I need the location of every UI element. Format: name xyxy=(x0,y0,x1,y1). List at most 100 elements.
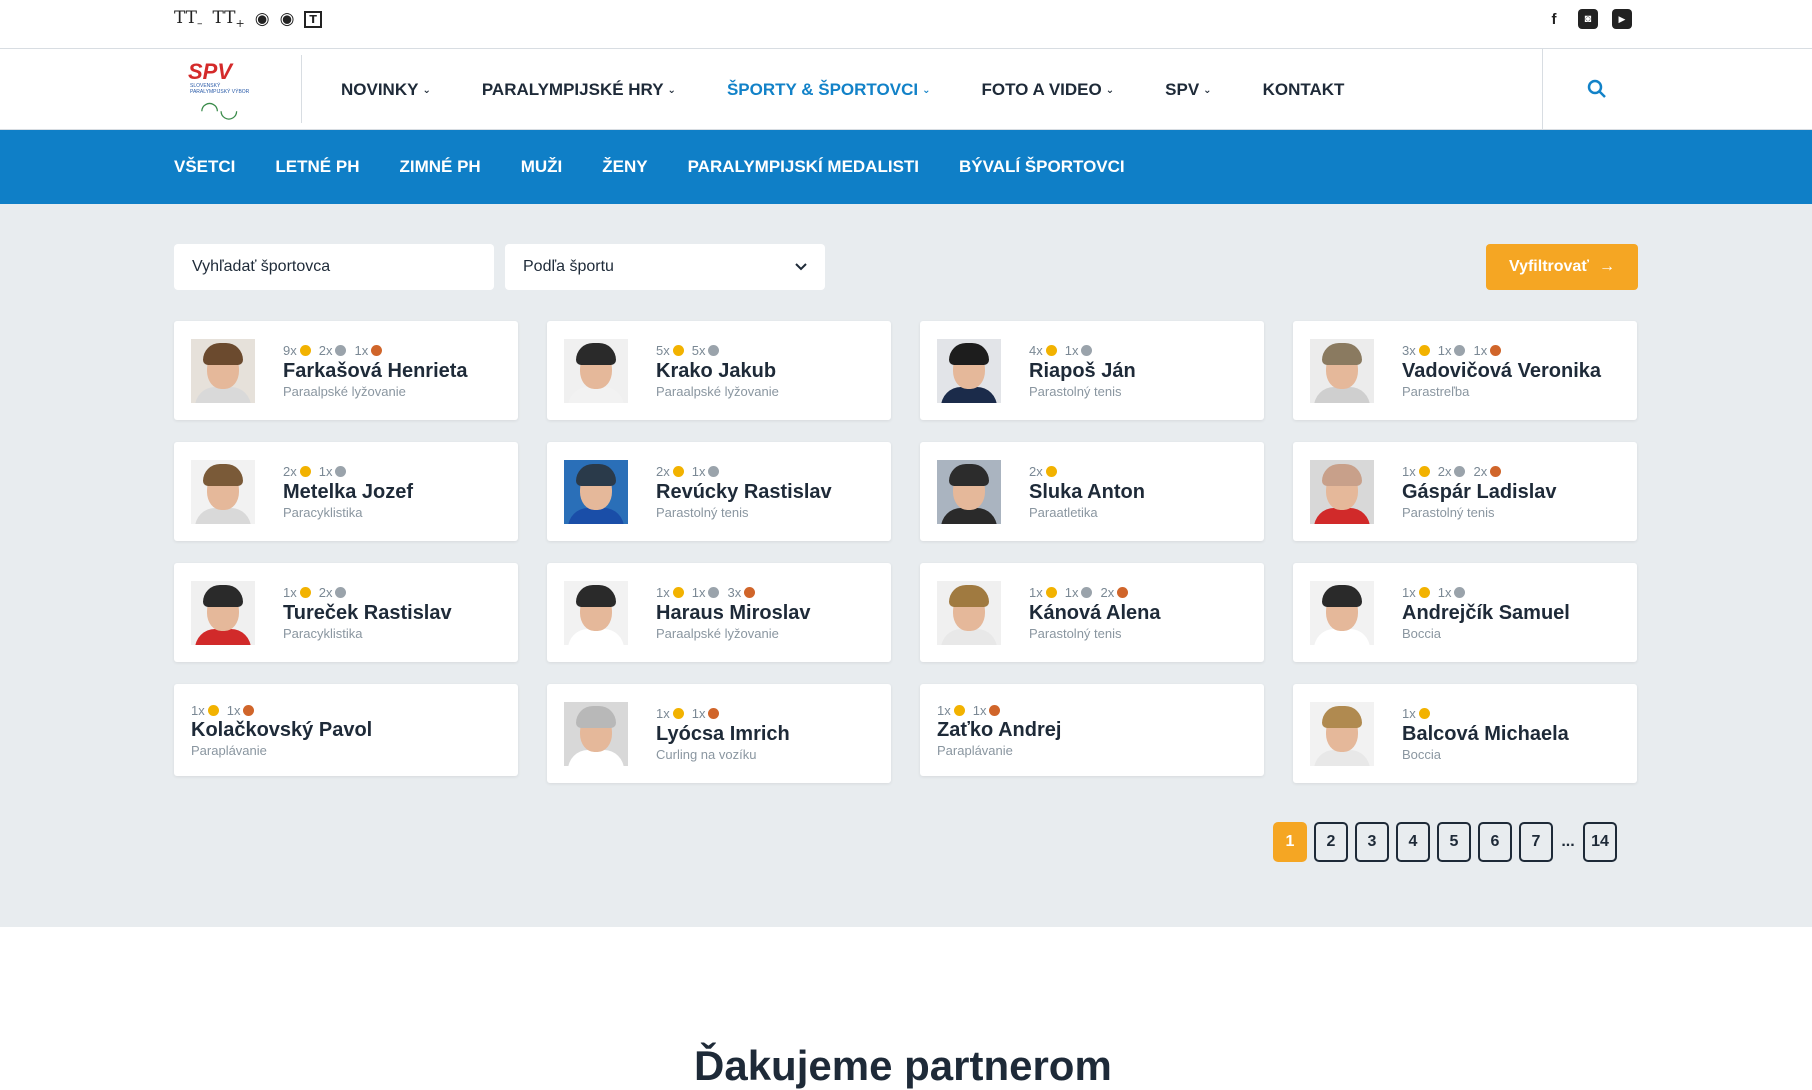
athlete-name: Vadovičová Veronika xyxy=(1402,359,1601,382)
athlete-card[interactable]: 1x 1x 3x Haraus Miroslav Paraalpské lyžovani… xyxy=(547,563,891,662)
eye-icon[interactable]: ◉ xyxy=(280,9,295,29)
athlete-card[interactable]: 9x 2x 1x Farkašová Henrieta Paraalpské lyžov… xyxy=(174,321,518,420)
nav-item-4[interactable]: SPV ⌄ xyxy=(1165,80,1211,100)
athlete-name: Gáspár Ladislav xyxy=(1402,480,1557,503)
medal-count: 2x xyxy=(1029,464,1043,479)
athlete-photo xyxy=(937,338,1001,403)
athlete-card[interactable]: 1x 1x Kolačkovský Pavol Paraplávanie xyxy=(174,684,518,776)
athlete-name: Haraus Miroslav xyxy=(656,601,811,624)
medal-count: 1x xyxy=(1437,343,1452,358)
medal-count: 2x xyxy=(318,585,333,600)
nav-item-1[interactable]: PARALYMPIJSKÉ HRY ⌄ xyxy=(482,80,676,100)
athlete-card[interactable]: 1x 2x 2x Gáspár Ladislav Parastolný tenis xyxy=(1293,442,1637,541)
medal-count: 1x xyxy=(1437,585,1452,600)
page-button[interactable]: 6 xyxy=(1478,822,1512,862)
athlete-name: Lyócsa Imrich xyxy=(656,722,790,745)
page-button[interactable]: 14 xyxy=(1583,822,1617,862)
spv-logo[interactable]: SPV SLOVENSKÝ PARALYMPIJSKÝ VÝBOR ◠◡ xyxy=(174,55,302,123)
gold-medal-icon xyxy=(953,704,965,716)
athlete-sport: Paraalpské lyžovanie xyxy=(656,383,779,399)
medal-count: 5x xyxy=(691,343,706,358)
medal-counts: 1x 2x xyxy=(283,585,452,601)
athlete-card[interactable]: 4x 1x Riapoš Ján Parastolný tenis xyxy=(920,321,1264,420)
text-mode-icon[interactable]: T xyxy=(304,10,322,28)
filter-button[interactable]: Vyfiltrovať → xyxy=(1486,244,1638,290)
athlete-info: 1x 2x 2x Gáspár Ladislav Parastolný tenis xyxy=(1402,464,1557,520)
nav-item-2[interactable]: ŠPORTY & ŠPORTOVCI ⌄ xyxy=(727,80,931,100)
subnav-item-4[interactable]: ŽENY xyxy=(602,157,647,177)
medal-count: 1x xyxy=(691,706,706,721)
instagram-icon[interactable]: ◙ xyxy=(1578,9,1598,29)
athlete-card[interactable]: 2x 1x Revúcky Rastislav Parastolný tenis xyxy=(547,442,891,541)
athlete-info: 1x Balcová Michaela Boccia xyxy=(1402,706,1569,762)
athlete-search-input[interactable]: Vyhľadať športovca xyxy=(174,244,494,290)
gold-medal-icon xyxy=(1418,466,1430,477)
bronze-medal-icon xyxy=(1490,466,1502,477)
subnav-item-5[interactable]: PARALYMPIJSKÍ MEDALISTI xyxy=(688,157,919,177)
athlete-card[interactable]: 1x 1x Andrejčík Samuel Boccia xyxy=(1293,563,1637,662)
medal-count: 1x xyxy=(191,702,205,718)
nav-item-5[interactable]: KONTAKT xyxy=(1263,80,1345,100)
athlete-info: 4x 1x Riapoš Ján Parastolný tenis xyxy=(1029,343,1136,399)
athlete-name: Kánová Alena xyxy=(1029,601,1161,624)
page-button[interactable]: 3 xyxy=(1355,822,1389,862)
page-button[interactable]: 2 xyxy=(1314,822,1348,862)
subnav-item-6[interactable]: BÝVALÍ ŠPORTOVCI xyxy=(959,157,1125,177)
athlete-name: Riapoš Ján xyxy=(1029,359,1136,382)
nav-item-label: FOTO A VIDEO xyxy=(981,79,1102,99)
medal-count: 1x xyxy=(691,464,706,479)
gold-medal-icon xyxy=(1045,466,1057,477)
athlete-card[interactable]: 1x 1x Zaťko Andrej Paraplávanie xyxy=(920,684,1264,776)
athletes-section: Vyhľadať športovca Podľa športu Vyfiltro… xyxy=(0,204,1812,927)
page-button[interactable]: 4 xyxy=(1396,822,1430,862)
athlete-sport: Boccia xyxy=(1402,746,1442,762)
font-larger-icon[interactable]: TT+ xyxy=(213,8,245,30)
gold-medal-icon xyxy=(672,345,684,356)
athlete-sport: Parastolný tenis xyxy=(1029,383,1122,399)
page-button[interactable]: 5 xyxy=(1437,822,1471,862)
font-smaller-icon[interactable]: TT– xyxy=(174,8,203,30)
sport-select[interactable]: Podľa športu xyxy=(505,244,825,290)
gold-medal-icon xyxy=(1045,345,1057,356)
subnav-item-1[interactable]: LETNÉ PH xyxy=(275,157,359,177)
athlete-sport: Paraplávanie xyxy=(191,743,267,758)
silver-medal-icon xyxy=(1081,587,1093,598)
youtube-icon[interactable]: ▶ xyxy=(1612,9,1632,29)
partners-section: Ďakujeme partnerom xyxy=(0,928,1812,1089)
silver-medal-icon xyxy=(1454,587,1466,598)
athlete-photo xyxy=(564,701,628,766)
medal-count: 2x xyxy=(1473,464,1488,479)
search-toggle[interactable] xyxy=(1542,49,1812,130)
athlete-card[interactable]: 2x Sluka Anton Paraatletika xyxy=(920,442,1264,541)
athlete-name: Balcová Michaela xyxy=(1402,722,1569,745)
athlete-card[interactable]: 1x 1x Lyócsa Imrich Curling na vozíku xyxy=(547,684,891,783)
medal-count: 1x xyxy=(1402,464,1416,479)
athlete-card[interactable]: 3x 1x 1x Vadovičová Veronika Parastreľba xyxy=(1293,321,1637,420)
nav-menu: NOVINKY ⌄ PARALYMPIJSKÉ HRY ⌄ ŠPORTY & ŠPORT… xyxy=(341,49,1395,130)
medal-counts: 2x 1x xyxy=(656,464,832,480)
subnav-item-3[interactable]: MUŽI xyxy=(521,157,563,177)
athlete-card[interactable]: 5x 5x Krako Jakub Paraalpské lyžovanie xyxy=(547,321,891,420)
bronze-medal-icon xyxy=(744,587,756,598)
contrast-icon[interactable]: ◉ xyxy=(255,9,270,29)
page-button[interactable]: 1 xyxy=(1273,822,1307,862)
page-button[interactable]: 7 xyxy=(1519,822,1553,862)
athlete-card[interactable]: 2x 1x Metelka Jozef Paracyklistika xyxy=(174,442,518,541)
medal-count: 2x xyxy=(283,464,297,479)
athlete-info: 1x 1x 2x Kánová Alena Parastolný tenis xyxy=(1029,585,1161,641)
athlete-card[interactable]: 1x 1x 2x Kánová Alena Parastolný tenis xyxy=(920,563,1264,662)
subnav-item-0[interactable]: VŠETCI xyxy=(174,157,235,177)
athlete-card[interactable]: 1x 2x Tureček Rastislav Paracyklistika xyxy=(174,563,518,662)
athlete-card[interactable]: 1x Balcová Michaela Boccia xyxy=(1293,684,1637,783)
chevron-down-icon xyxy=(795,263,807,271)
social-links: f ◙ ▶ xyxy=(1544,9,1632,29)
chevron-down-icon: ⌄ xyxy=(1203,84,1212,96)
nav-item-3[interactable]: FOTO A VIDEO ⌄ xyxy=(981,80,1114,100)
nav-item-0[interactable]: NOVINKY ⌄ xyxy=(341,80,431,100)
search-icon[interactable] xyxy=(1587,79,1607,99)
bronze-medal-icon xyxy=(1117,587,1129,598)
athletes-subnav: VŠETCI LETNÉ PH ZIMNÉ PH MUŽI ŽENY PARALYMPIJ… xyxy=(0,130,1812,204)
athlete-sport: Parastolný tenis xyxy=(1029,625,1122,641)
subnav-item-2[interactable]: ZIMNÉ PH xyxy=(399,157,480,177)
facebook-icon[interactable]: f xyxy=(1544,9,1564,29)
